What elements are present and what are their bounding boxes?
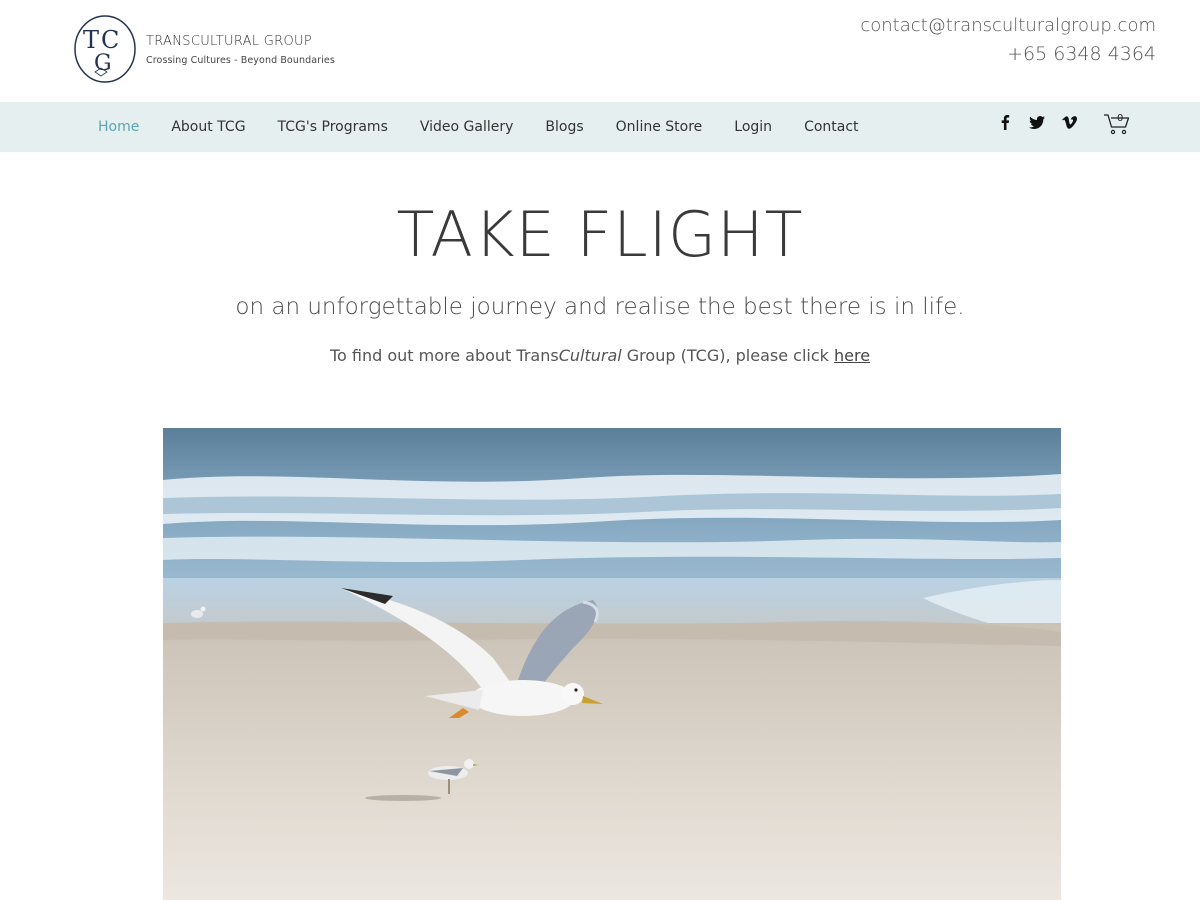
brand-block: TRANSCULTURAL GROUP Crossing Cultures - … [146,34,335,66]
here-link[interactable]: here [834,346,870,365]
hero-image-seagull [163,428,1061,900]
hero-info-line: To find out more about TransCultural Gro… [0,346,1200,365]
info-suffix: Group (TCG), please click [621,346,834,365]
svg-text:C: C [101,26,119,54]
nav-item-login[interactable]: Login [718,119,788,135]
hero-title: TAKE FLIGHT [396,198,804,271]
brand-name: TRANSCULTURAL GROUP [146,34,312,49]
nav-item-blogs[interactable]: Blogs [529,119,599,135]
contact-block: contact@transculturalgroup.com +65 6348 … [860,15,1156,65]
hero-subtitle: on an unforgettable journey and realise … [235,294,965,320]
nav-item-video-gallery[interactable]: Video Gallery [404,119,530,135]
nav-item-home[interactable]: Home [82,119,155,135]
site-header: T C G TRANSCULTURAL GROUP Crossing Cultu… [0,0,1200,102]
cart-button[interactable]: 0 [1103,112,1131,136]
cart-count: 0 [1117,113,1124,124]
facebook-icon[interactable] [996,113,1014,131]
nav-item-contact[interactable]: Contact [788,119,874,135]
info-italic: Cultural [558,346,622,365]
vimeo-icon[interactable] [1060,113,1078,131]
brand-tagline: Crossing Cultures - Beyond Boundaries [146,55,335,66]
nav-item-about[interactable]: About TCG [155,119,261,135]
nav-item-online-store[interactable]: Online Store [600,119,719,135]
info-prefix: To find out more about Trans [329,346,559,365]
svg-text:T: T [83,26,99,54]
logo-emblem[interactable]: T C G [73,14,137,84]
twitter-icon[interactable] [1028,113,1046,131]
nav-menu: Home About TCG TCG's Programs Video Gall… [82,102,875,152]
contact-phone[interactable]: +65 6348 4364 [860,43,1156,65]
contact-email[interactable]: contact@transculturalgroup.com [860,15,1156,36]
svg-text:G: G [94,51,112,76]
social-links [996,113,1078,131]
nav-item-programs[interactable]: TCG's Programs [262,119,404,135]
